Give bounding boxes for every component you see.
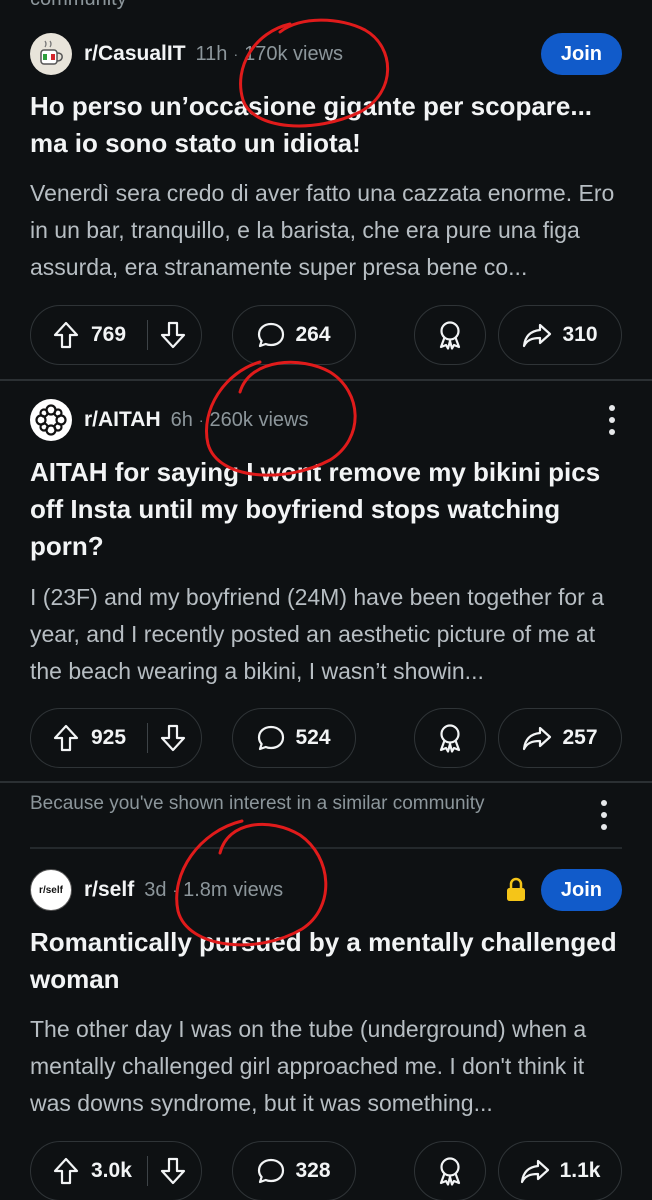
lock-icon <box>506 877 525 901</box>
post-body-preview[interactable]: The other day I was on the tube (undergr… <box>30 1011 628 1122</box>
share-button[interactable]: 1.1k <box>498 1141 622 1200</box>
comment-count: 524 <box>295 726 331 749</box>
upvote-icon[interactable] <box>53 724 79 752</box>
award-button[interactable] <box>414 305 486 365</box>
award-button[interactable] <box>414 708 486 768</box>
vote-control: 3.0k <box>30 1141 202 1200</box>
upvote-icon[interactable] <box>53 1157 79 1185</box>
upvote-icon[interactable] <box>53 321 79 349</box>
subreddit-avatar-casualit[interactable] <box>30 33 72 75</box>
recommendation-divider <box>30 847 622 849</box>
post-3-action-bar: 3.0k 328 1.1k <box>30 1141 622 1200</box>
downvote-icon[interactable] <box>160 321 186 349</box>
view-count: 170k views <box>244 42 344 65</box>
post-1-meta: r/CasualIT 11h · 170k views Join <box>30 33 622 75</box>
post-age: 6h <box>170 408 193 431</box>
upvote-count: 3.0k <box>91 1159 132 1182</box>
share-button[interactable]: 310 <box>498 305 622 365</box>
join-button[interactable]: Join <box>540 869 622 911</box>
overflow-menu-icon[interactable] <box>602 398 622 442</box>
share-button[interactable]: 257 <box>498 708 622 768</box>
downvote-icon[interactable] <box>160 724 186 752</box>
award-button[interactable] <box>414 1141 486 1200</box>
view-count: 1.8m views <box>183 878 284 901</box>
award-icon <box>439 1157 461 1186</box>
post-title[interactable]: Romantically pursued by a mentally chall… <box>30 924 622 998</box>
upvote-count: 769 <box>91 323 127 346</box>
post-2-action-bar: 925 524 257 <box>30 708 622 768</box>
share-arrow-icon <box>523 323 552 348</box>
downvote-icon[interactable] <box>160 1157 186 1185</box>
post-title[interactable]: AITAH for saying I wont remove my bikini… <box>30 454 622 565</box>
overflow-menu-icon[interactable] <box>594 793 614 837</box>
subreddit-avatar-self[interactable]: r/self <box>30 869 72 911</box>
previous-post-cutoff-text: community <box>30 0 127 11</box>
post-age: 3d <box>144 878 167 901</box>
comment-count: 328 <box>295 1159 331 1182</box>
subreddit-name[interactable]: r/self <box>84 878 134 902</box>
meta-separator: · <box>198 412 204 428</box>
comments-button[interactable]: 524 <box>232 708 356 768</box>
post-3-meta: r/self r/self 3d · 1.8m views Join <box>30 869 622 911</box>
award-icon <box>439 321 461 350</box>
comments-button[interactable]: 264 <box>232 305 356 365</box>
share-arrow-icon <box>520 1159 549 1184</box>
meta-separator: · <box>233 46 239 62</box>
subreddit-avatar-aitah[interactable] <box>30 399 72 441</box>
meta-separator: · <box>172 882 178 898</box>
subreddit-name[interactable]: r/AITAH <box>84 408 161 432</box>
post-body-preview[interactable]: Venerdì sera credo di aver fatto una caz… <box>30 175 628 286</box>
post-divider <box>0 781 652 783</box>
award-icon <box>439 724 461 753</box>
post-1-action-bar: 769 264 310 <box>30 305 622 365</box>
comment-bubble-icon <box>258 725 285 751</box>
upvote-count: 925 <box>91 726 127 749</box>
share-count: 310 <box>562 323 598 346</box>
join-button[interactable]: Join <box>540 33 622 75</box>
post-title[interactable]: Ho perso un’occasione gigante per scopar… <box>30 88 622 162</box>
recommendation-reason: Because you've shown interest in a simil… <box>30 793 485 814</box>
share-count: 1.1k <box>559 1159 601 1182</box>
view-count: 260k views <box>209 408 309 431</box>
share-arrow-icon <box>523 726 552 751</box>
share-count: 257 <box>562 726 598 749</box>
post-divider <box>0 379 652 381</box>
vote-control: 769 <box>30 305 202 365</box>
post-2-meta: r/AITAH 6h · 260k views <box>30 398 622 442</box>
aitah-logo-icon <box>35 404 67 436</box>
comments-button[interactable]: 328 <box>232 1141 356 1200</box>
coffee-cup-icon <box>40 40 63 65</box>
comment-count: 264 <box>295 323 331 346</box>
subreddit-name[interactable]: r/CasualIT <box>84 42 186 66</box>
post-age: 11h <box>195 42 228 65</box>
vote-control: 925 <box>30 708 202 768</box>
comment-bubble-icon <box>258 322 285 348</box>
post-body-preview[interactable]: I (23F) and my boyfriend (24M) have been… <box>30 579 628 690</box>
comment-bubble-icon <box>258 1158 285 1184</box>
